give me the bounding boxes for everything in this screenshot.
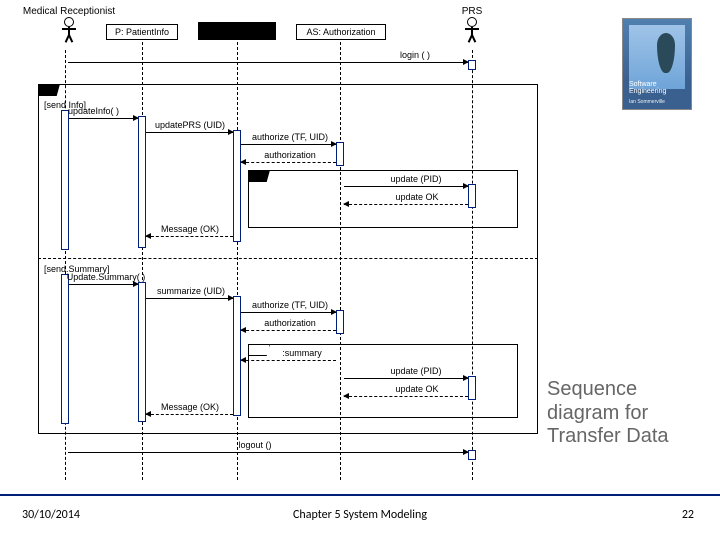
msg-authorization2: authorization [250,318,330,328]
arrow [146,298,233,299]
fragment-operator [248,170,270,182]
activation-bar [233,296,241,416]
activation-bar [468,450,476,460]
arrow [146,132,233,133]
footer-page: 22 [682,508,694,522]
sequence-diagram: Medical Receptionist PRS P: PatientInfo … [20,10,560,485]
msg-summarize: summarize (UID) [148,286,234,296]
activation-bar [468,184,476,208]
activation-bar [468,60,476,70]
lifeline-authorization: AS: Authorization [296,24,386,40]
lifeline-patientinfo: P: PatientInfo [106,24,178,40]
activation-bar [138,116,146,248]
activation-bar [61,274,69,424]
msg-login: login ( ) [380,50,450,60]
msg-updateinfo: updateInfo( ) [68,106,140,116]
arrow [69,118,138,119]
arrow-return [241,360,336,361]
arrow [69,284,138,285]
footer-chapter: Chapter 5 System Modeling [0,508,720,522]
actor-prs: PRS [452,6,492,43]
arrow-return [241,330,336,331]
slide-caption: Sequence diagram for Transfer Data [547,378,702,449]
msg-summary: :summary [272,348,332,358]
arrow [241,312,336,313]
arrow-return [146,236,233,237]
book-author: Ian Sommerville [629,99,665,105]
msg-updateprs1: updatePRS (UID) [146,120,234,130]
msg-authorization1: authorization [250,150,330,160]
stick-figure-icon [465,17,479,43]
actor-label: PRS [452,6,492,17]
fragment-operator [38,84,60,96]
activation-bar [336,142,344,166]
arrow [344,186,468,187]
arrow [68,62,468,63]
arrow-return [344,204,468,205]
msg-updatepid2: update (PID) [376,366,456,376]
msg-messageok1: Message (OK) [150,224,230,234]
msg-messageok2: Message (OK) [150,402,230,412]
stick-figure-icon [62,17,76,43]
building-icon [657,33,675,73]
activation-bar [468,376,476,400]
msg-updatesummary: Update.Summary( ) [60,272,152,282]
msg-authorize1: authorize (TF, UID) [244,132,336,142]
book-cover: Software Engineering Ian Sommerville [622,18,692,110]
msg-logout: logout () [220,440,290,450]
arrow-return [241,162,336,163]
book-photo [629,25,685,89]
msg-updateok2: update OK [382,384,452,394]
msg-authorize2: authorize (TF, UID) [244,300,336,310]
fragment-divider [38,258,538,259]
activation-bar [233,130,241,242]
lifeline-blackbox [198,22,276,40]
fragment-operator [248,344,270,356]
book-title: Software Engineering [629,81,691,95]
activation-bar [61,110,69,250]
activation-bar [336,310,344,334]
arrow-return [146,414,233,415]
msg-updateok1: update OK [382,192,452,202]
activation-bar [138,282,146,422]
actor-label: Medical Receptionist [14,6,124,17]
arrow [68,452,468,453]
arrow [241,144,336,145]
arrow-return [344,396,468,397]
slide-footer: 30/10/2014 Chapter 5 System Modeling 22 [0,494,720,540]
msg-updatepid1: update (PID) [376,174,456,184]
arrow [344,378,468,379]
